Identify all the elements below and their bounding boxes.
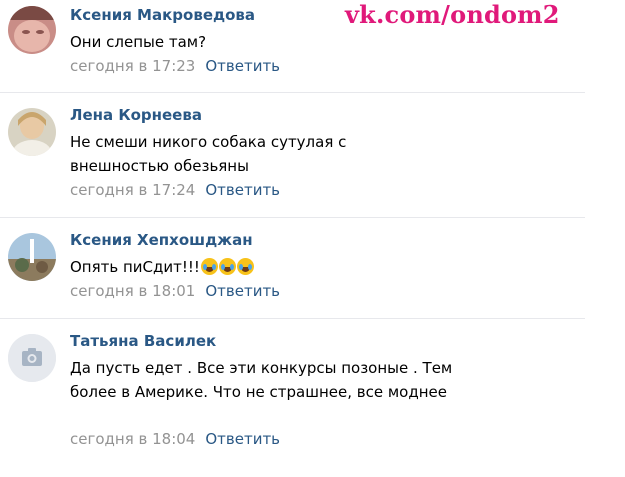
comment-date[interactable]: сегодня в 17:23 <box>70 57 195 75</box>
comment-author[interactable]: Ксения Макроведова <box>70 6 255 24</box>
comment-author[interactable]: Лена Корнеева <box>70 106 202 124</box>
divider <box>0 92 585 93</box>
reply-button[interactable]: Ответить <box>205 57 280 75</box>
comment-author[interactable]: Татьяна Василек <box>70 332 216 350</box>
comment-meta: сегодня в 17:23 Ответить <box>70 57 280 75</box>
divider <box>0 217 585 218</box>
comment-meta: сегодня в 18:04 Ответить <box>70 430 280 448</box>
tears-of-joy-icon <box>218 258 236 275</box>
comment-text-content: Опять пиСдит!!! <box>70 258 200 276</box>
comment-date[interactable]: сегодня в 18:04 <box>70 430 195 448</box>
tears-of-joy-icon <box>236 258 254 275</box>
reply-button[interactable]: Ответить <box>205 430 280 448</box>
avatar[interactable] <box>8 6 56 54</box>
comment-author[interactable]: Ксения Хепхошджан <box>70 231 253 249</box>
comment-date[interactable]: сегодня в 17:24 <box>70 181 195 199</box>
tears-of-joy-icon <box>200 258 218 275</box>
reply-button[interactable]: Ответить <box>205 282 280 300</box>
divider <box>0 318 585 319</box>
comment-text: Опять пиСдит!!! <box>70 255 470 279</box>
avatar[interactable] <box>8 233 56 281</box>
comment-text: Не смеши никого собака сутулая с внешнос… <box>70 133 347 175</box>
watermark: vk.com/ondom2 <box>345 0 560 29</box>
avatar[interactable] <box>8 108 56 156</box>
comment-meta: сегодня в 17:24 Ответить <box>70 181 280 199</box>
comment-text: Да пусть едет . Все эти конкурсы позоные… <box>70 359 453 401</box>
comment-meta: сегодня в 18:01 Ответить <box>70 282 280 300</box>
reply-button[interactable]: Ответить <box>205 181 280 199</box>
comment-text: Они слепые там? <box>70 33 207 51</box>
camera-icon <box>8 334 56 382</box>
avatar[interactable] <box>8 334 56 382</box>
comment-date[interactable]: сегодня в 18:01 <box>70 282 195 300</box>
